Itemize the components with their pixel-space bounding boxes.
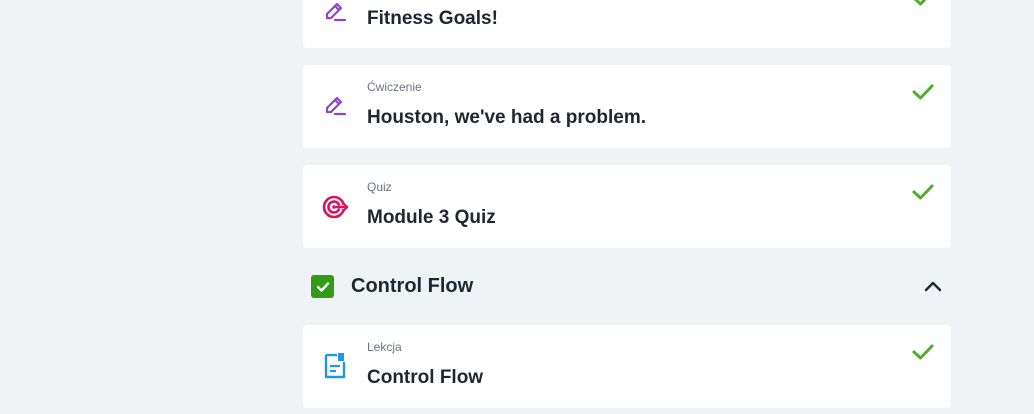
checkmark-icon [316,281,329,292]
item-type-label: Ćwiczenie [367,80,422,94]
item-title[interactable]: Fitness Goals! [367,8,498,30]
check-icon [912,84,934,100]
item-title[interactable]: Houston, we've had a problem. [367,107,646,129]
target-icon [321,193,349,221]
document-icon [321,352,349,380]
check-icon [912,344,934,360]
pencil-icon [321,92,349,120]
list-item[interactable]: Lekcja Control Flow [303,325,951,408]
item-type-label: Lekcja [367,340,402,354]
section-title: Control Flow [351,275,474,297]
item-type-label: Quiz [367,180,392,194]
item-title[interactable]: Module 3 Quiz [367,207,496,229]
item-title[interactable]: Control Flow [367,367,483,389]
chevron-up-icon[interactable] [921,275,945,299]
section-header[interactable]: Control Flow [303,265,951,309]
list-item[interactable]: Fitness Goals! [303,0,951,48]
pencil-icon [321,0,349,26]
list-item[interactable]: Ćwiczenie Houston, we've had a problem. [303,65,951,148]
list-item[interactable]: Quiz Module 3 Quiz [303,165,951,248]
check-icon [912,184,934,200]
check-icon [913,0,927,6]
section-complete-checkbox [311,275,334,298]
